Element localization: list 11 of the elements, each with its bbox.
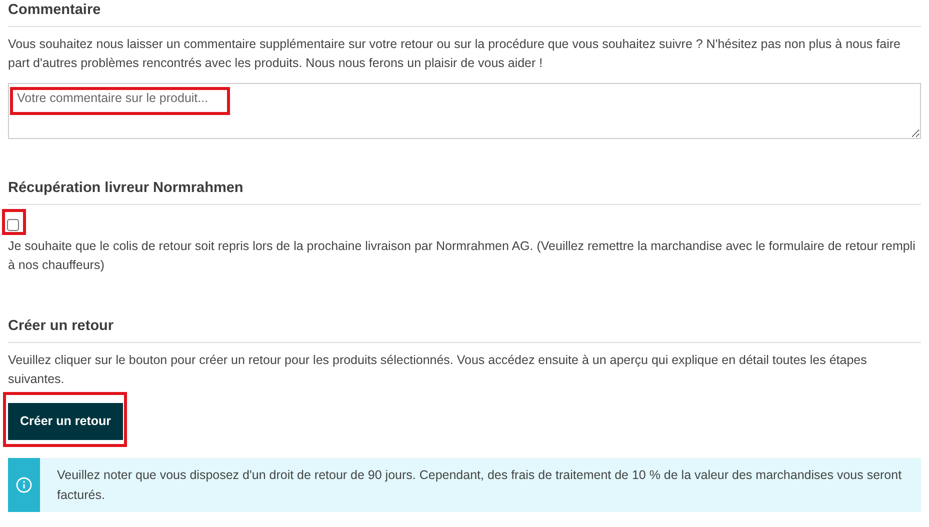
comment-field[interactable]: Votre commentaire sur le produit... bbox=[8, 83, 921, 139]
notice-text: Veuillez noter que vous disposez d'un droit de retour de 90 jours. Cependant, des frais de traitement de 10 % de la valeur des marchandises vous seront facturés. bbox=[56, 467, 903, 504]
section-heading: Récupération livreur Normrahmen bbox=[8, 179, 921, 205]
section-heading: Créer un retour bbox=[8, 317, 921, 343]
description-text: Vous souhaitez nous laisser un commentaire supplémentaire sur votre retour ou sur la procédure que vous souhaitez suivre ? N'hésitez pas non plus à nous faire part d'autres problèmes rencontrés avec les produits. Nous nous ferons un plaisir de vous aider ! bbox=[8, 36, 902, 72]
create-return-button[interactable]: Créer un retour bbox=[8, 403, 123, 440]
section-heading: Commentaire bbox=[8, 0, 921, 27]
info-icon bbox=[16, 477, 32, 493]
pickup-text: Je souhaite que le colis de retour soit repris lors de la prochaine livraison par Normrahmen AG. (Veuillez remettre la marchandise avec le formulaire de retour rempli à nos chauffeurs) bbox=[8, 238, 916, 274]
pickup-checkbox[interactable] bbox=[7, 219, 19, 231]
description-text: Veuillez cliquer sur le bouton pour créer un retour pour les produits sélectionnés. Vous accédez ensuite à un aperçu qui explique en détail toutes les étapes suivantes. bbox=[8, 352, 868, 388]
